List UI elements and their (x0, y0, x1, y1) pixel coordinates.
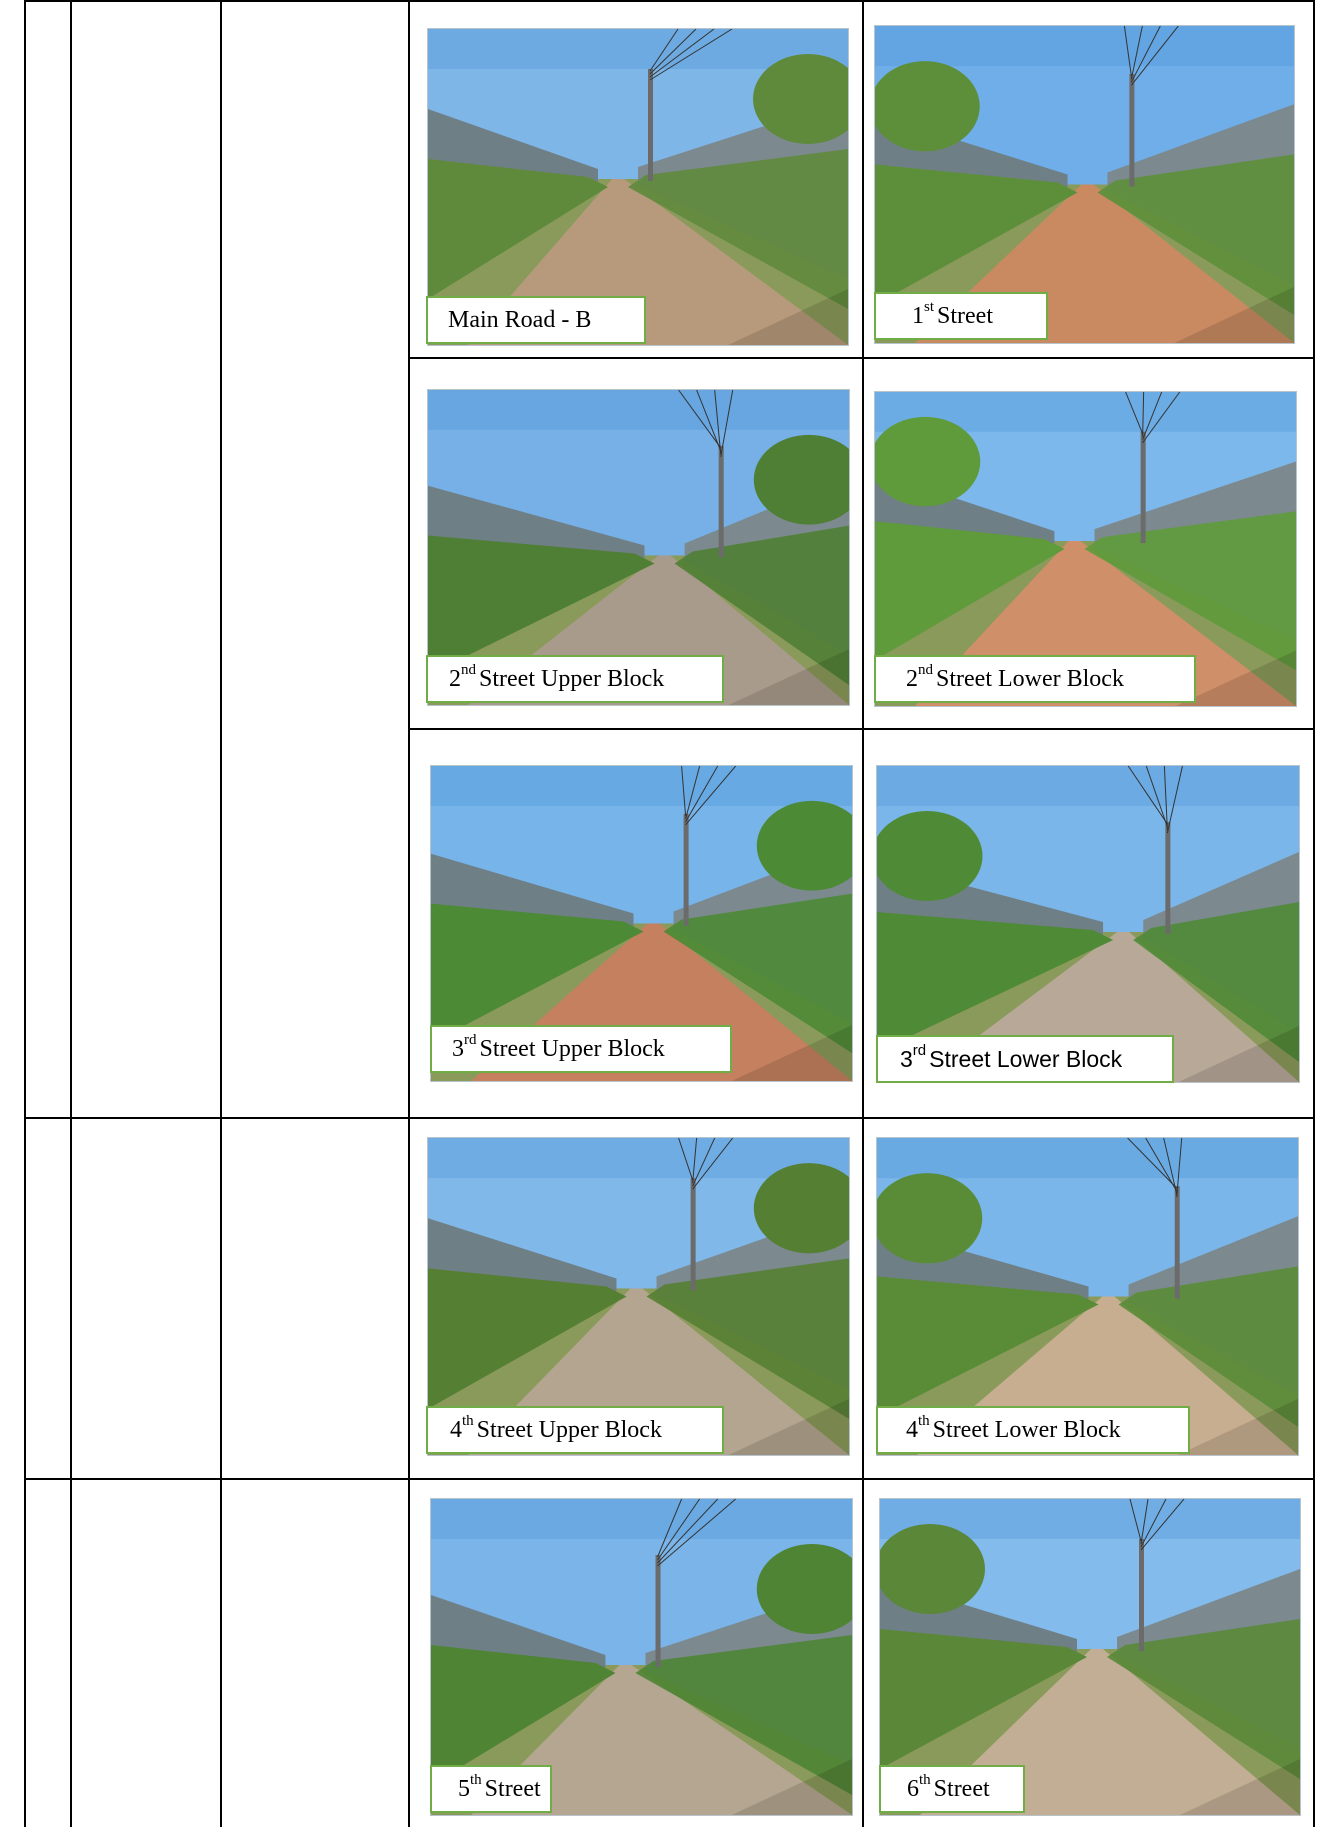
caption-1st-street: 1st Street (874, 292, 1048, 340)
row-border (24, 1117, 1315, 1119)
utility-pole (718, 445, 724, 558)
caption-ordinal-suffix: nd (918, 661, 933, 678)
caption-text: Street Lower Block (929, 1045, 1123, 1072)
caption-4th-street-lower: 4th Street Lower Block (876, 1406, 1190, 1454)
caption-text: Street Lower Block (936, 665, 1124, 692)
tree-canopy (875, 61, 980, 152)
caption-main-road-b: Main Road - B (426, 296, 646, 344)
caption-5th-street: 5th Street (430, 1765, 552, 1813)
caption-ordinal-number: 2 (449, 665, 461, 692)
photo-table: Main Road - B 1st Street 2nd Street Upper … (0, 0, 1319, 1827)
row-border (408, 728, 1315, 730)
sky-gradient (877, 766, 1299, 806)
caption-ordinal-suffix: th (462, 1412, 474, 1429)
row-border (24, 1478, 1315, 1480)
caption-ordinal-suffix: nd (461, 661, 476, 678)
caption-ordinal-number: 1 (912, 302, 924, 329)
sky-gradient (428, 390, 849, 430)
caption-2nd-street-lower: 2nd Street Lower Block (874, 655, 1196, 703)
utility-pole (655, 1555, 661, 1667)
caption-text: Street (937, 302, 993, 329)
caption-text: Street (484, 1775, 541, 1802)
column-border (862, 0, 864, 1827)
caption-ordinal-suffix: rd (912, 1041, 927, 1059)
utility-pole (690, 1178, 696, 1291)
row-border (24, 0, 1315, 2)
caption-text: Street Upper Block (479, 665, 665, 692)
tree-canopy (875, 416, 981, 507)
caption-2nd-street-upper: 2nd Street Upper Block (426, 655, 724, 703)
tree-canopy (877, 1173, 983, 1264)
sky-gradient (875, 26, 1294, 67)
caption-ordinal-number: 4 (906, 1416, 918, 1443)
column-border (408, 0, 410, 1827)
caption-ordinal-suffix: th (919, 1771, 931, 1788)
caption-text: Street (933, 1775, 990, 1802)
sky-gradient (877, 1138, 1298, 1179)
utility-pole (1174, 1186, 1180, 1299)
utility-pole (1165, 822, 1171, 934)
caption-ordinal-suffix: rd (464, 1031, 477, 1048)
caption-4th-street-upper: 4th Street Upper Block (426, 1406, 724, 1454)
caption-text: Street Upper Block (479, 1035, 665, 1062)
tree-canopy (877, 811, 983, 901)
caption-text: Street Lower Block (932, 1416, 1121, 1443)
column-border (220, 0, 222, 1827)
caption-3rd-street-lower: 3rd Street Lower Block (876, 1035, 1174, 1083)
caption-text: Street Upper Block (476, 1416, 662, 1443)
caption-ordinal-suffix: th (918, 1412, 930, 1429)
caption-ordinal-number: 4 (450, 1416, 462, 1443)
caption-text: Main Road - B (448, 306, 592, 333)
sky-gradient (431, 766, 852, 806)
column-border (70, 0, 72, 1827)
utility-pole (1139, 1539, 1144, 1651)
utility-pole (648, 69, 653, 181)
utility-pole (683, 813, 689, 926)
column-border (24, 0, 26, 1827)
caption-ordinal-suffix: st (924, 298, 935, 315)
caption-ordinal-suffix: th (470, 1771, 482, 1788)
utility-pole (1129, 74, 1135, 187)
tree-canopy (880, 1524, 985, 1614)
caption-ordinal-number: 2 (906, 665, 918, 692)
caption-ordinal-number: 5 (458, 1775, 470, 1802)
caption-6th-street: 6th Street (879, 1765, 1025, 1813)
caption-ordinal-number: 6 (907, 1775, 919, 1802)
sky-gradient (431, 1499, 852, 1539)
caption-ordinal-number: 3 (452, 1035, 464, 1062)
caption-ordinal-number: 3 (900, 1045, 913, 1072)
row-border (408, 357, 1315, 359)
utility-pole (1140, 431, 1146, 544)
caption-3rd-street-upper: 3rd Street Upper Block (430, 1025, 732, 1073)
column-border (1313, 0, 1315, 1827)
